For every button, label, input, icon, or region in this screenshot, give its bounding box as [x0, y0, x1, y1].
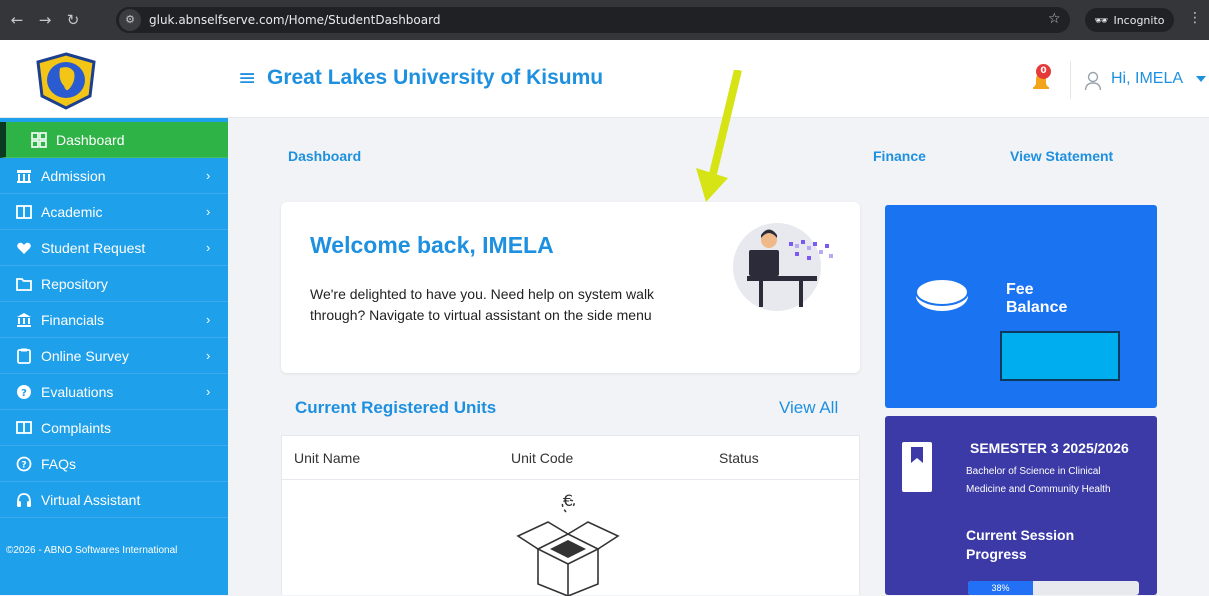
semester-card: SEMESTER 3 2025/2026 Bachelor of Science…: [885, 416, 1157, 595]
notification-badge: 0: [1036, 64, 1051, 79]
annotation-arrow: [696, 70, 742, 202]
chevron-down-icon[interactable]: [1196, 76, 1206, 82]
column-status: Status: [719, 450, 759, 466]
sidebar-item-label: Evaluations: [41, 383, 114, 400]
column-unit-name: Unit Name: [294, 450, 361, 466]
fee-label-line1: Fee: [1006, 281, 1034, 298]
sidebar-item-faqs[interactable]: ? FAQs: [0, 446, 228, 482]
question-icon: ?: [17, 384, 31, 399]
chevron-right-icon: ›: [206, 348, 211, 363]
sidebar-item-student-request[interactable]: Student Request ›: [0, 230, 228, 266]
bank-icon: [17, 312, 31, 327]
site-info-icon[interactable]: ⚙: [119, 9, 141, 31]
sidebar-item-financials[interactable]: Financials ›: [0, 302, 228, 338]
sidebar: Dashboard Admission › Academic › Student…: [0, 118, 228, 595]
clipboard-icon: [17, 348, 31, 364]
breadcrumb-dashboard[interactable]: Dashboard: [288, 148, 361, 164]
fee-label-line2: Balance: [1006, 299, 1068, 316]
fee-balance-card[interactable]: Fee Balance: [885, 205, 1157, 408]
breadcrumb-view-statement[interactable]: View Statement: [1010, 148, 1113, 164]
bookmark-star-icon[interactable]: ☆: [1048, 11, 1061, 27]
empty-box-icon: €: [516, 494, 620, 596]
person-at-computer-illustration: [733, 223, 833, 311]
sidebar-item-label: Student Request: [41, 239, 146, 256]
sidebar-item-label: Virtual Assistant: [41, 491, 141, 508]
dashboard-icon: [31, 131, 47, 148]
url-text: gluk.abnselfserve.com/Home/StudentDashbo…: [149, 13, 441, 27]
programme-name: Bachelor of Science in Clinical Medicine…: [966, 466, 1111, 495]
sidebar-item-label: Dashboard: [56, 131, 125, 148]
units-table: Unit Name Unit Code Status €: [281, 435, 860, 596]
sidebar-item-complaints[interactable]: Complaints: [0, 410, 228, 446]
incognito-icon: 🕶: [1094, 13, 1109, 27]
svg-text:?: ?: [21, 460, 26, 470]
session-progress-bar: 38%: [968, 581, 1139, 595]
fee-balance-label: Fee Balance: [1006, 281, 1067, 317]
university-logo[interactable]: [34, 52, 98, 110]
reload-icon[interactable]: ↻: [62, 11, 84, 29]
semester-title: SEMESTER 3 2025/2026: [970, 440, 1129, 456]
sidebar-item-academic[interactable]: Academic ›: [0, 194, 228, 230]
svg-text:€: €: [563, 494, 573, 510]
incognito-badge[interactable]: 🕶 Incognito: [1085, 8, 1174, 32]
chevron-right-icon: ›: [206, 204, 211, 219]
back-icon[interactable]: ←: [6, 11, 28, 29]
menu-toggle-icon[interactable]: ≡: [238, 68, 256, 90]
svg-text:?: ?: [21, 388, 27, 399]
sidebar-item-virtual-assistant[interactable]: Virtual Assistant: [0, 482, 228, 518]
user-greeting[interactable]: Hi, IMELA: [1111, 70, 1183, 88]
chevron-right-icon: ›: [206, 384, 211, 399]
copyright-text: ©2026 - ABNO Softwares International: [6, 545, 178, 556]
bookmark-icon: [911, 447, 923, 463]
sidebar-item-label: FAQs: [41, 455, 77, 472]
units-section-title: Current Registered Units: [295, 398, 497, 417]
user-icon[interactable]: [1084, 71, 1102, 91]
chevron-right-icon: ›: [206, 240, 211, 255]
sidebar-item-label: Financials: [41, 311, 105, 328]
faq-icon: ?: [16, 456, 32, 471]
sidebar-item-admission[interactable]: Admission ›: [0, 158, 228, 194]
coin-icon: [915, 278, 969, 311]
breadcrumb-finance[interactable]: Finance: [873, 148, 926, 164]
sidebar-item-online-survey[interactable]: Online Survey ›: [0, 338, 228, 374]
fee-balance-value: [1000, 331, 1120, 381]
sidebar-item-label: Online Survey: [41, 347, 129, 364]
welcome-title: Welcome back, IMELA: [310, 232, 554, 258]
welcome-text: We're delighted to have you. Need help o…: [310, 286, 655, 323]
heart-hand-icon: [17, 242, 31, 254]
address-bar[interactable]: ⚙ gluk.abnselfserve.com/Home/StudentDash…: [116, 7, 1070, 33]
sidebar-item-label: Admission: [41, 167, 106, 184]
page-title: Great Lakes University of Kisumu: [267, 66, 604, 89]
sidebar-item-label: Complaints: [41, 419, 112, 436]
app-header: ≡ Great Lakes University of Kisumu 0 Hi,…: [0, 40, 1209, 118]
view-all-link[interactable]: View All: [779, 398, 838, 418]
headset-icon: [17, 492, 31, 507]
forward-icon[interactable]: →: [34, 11, 56, 29]
session-progress-fill: 38%: [968, 581, 1033, 595]
sidebar-item-evaluations[interactable]: ? Evaluations ›: [0, 374, 228, 410]
sidebar-item-repository[interactable]: Repository: [0, 266, 228, 302]
book-open-icon: [16, 204, 32, 219]
browser-menu-icon[interactable]: ⋮: [1188, 10, 1202, 26]
units-table-header: Unit Name Unit Code Status: [282, 436, 859, 480]
sidebar-item-label: Academic: [41, 203, 103, 220]
chevron-right-icon: ›: [206, 312, 211, 327]
folder-icon: [16, 277, 32, 291]
chevron-right-icon: ›: [206, 168, 211, 183]
incognito-label: Incognito: [1113, 13, 1165, 27]
sidebar-item-dashboard[interactable]: Dashboard: [0, 122, 228, 158]
browser-toolbar: ← → ↻ ⚙ gluk.abnselfserve.com/Home/Stude…: [0, 0, 1209, 40]
building-icon: [17, 169, 31, 183]
header-divider: [1070, 61, 1071, 99]
message-icon: [16, 420, 32, 434]
sidebar-item-label: Repository: [41, 275, 108, 292]
column-unit-code: Unit Code: [511, 450, 574, 466]
welcome-card: Welcome back, IMELA We're delighted to h…: [281, 202, 860, 373]
session-progress-label: Current Session Progress: [966, 527, 1075, 562]
